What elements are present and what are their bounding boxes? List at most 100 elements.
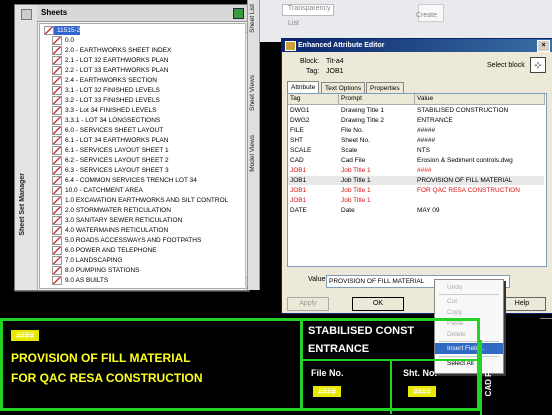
table-row[interactable]: DWG1 Drawing Title 1 STABILISED CONSTRUCTI… xyxy=(288,106,544,115)
close-icon[interactable] xyxy=(21,9,32,20)
sheet-set-root[interactable]: 11515-2 xyxy=(44,26,81,35)
tab-sheet-list[interactable]: Sheet List xyxy=(249,4,256,33)
sheet-list-item[interactable]: 1.0 EXCAVATION EARTHWORKS AND SILT CONTR… xyxy=(52,196,228,205)
file-no-placeholder[interactable]: #### xyxy=(313,386,341,397)
ok-button[interactable]: OK xyxy=(352,297,404,311)
table-row[interactable]: FILE File No. ##### xyxy=(288,126,544,135)
ssm-header-title: Sheets xyxy=(41,8,68,17)
table-row[interactable]: JOB1 Job Title 1 PROVISION OF FILL MATERIA… xyxy=(288,176,544,185)
sheet-list-item[interactable]: 9.0 AS BUILTS xyxy=(52,276,108,285)
job-title-line2[interactable]: FOR QAC RESA CONSTRUCTION xyxy=(11,371,203,385)
sheet-list-item[interactable]: 6.1 - LOT 34 EARTHWORKS PLAN xyxy=(52,136,168,145)
sheet-list-item[interactable]: 7.0 LANDSCAPING xyxy=(52,256,122,265)
table-row[interactable]: JOB1 Job Title 1 FOR QAC RESA CONSTRUCTION xyxy=(288,186,544,195)
tab-sheet-views[interactable]: Sheet Views xyxy=(249,75,256,111)
attribute-table[interactable]: Tag Prompt Value DWG1 Drawing Title 1 STAB… xyxy=(287,93,547,267)
sheet-list-item[interactable]: 6.0 - SERVICES SHEET LAYOUT xyxy=(52,126,163,135)
cell-value: PROVISION OF FILL MATERIAL xyxy=(417,177,513,184)
sheet-icon xyxy=(52,276,62,285)
select-block-label: Select block xyxy=(487,62,525,69)
job-title-line1[interactable]: PROVISION OF FILL MATERIAL xyxy=(11,351,191,365)
sheet-list-item[interactable]: 2.0 - EARTHWORKS SHEET INDEX xyxy=(52,46,171,55)
sheet-label: 3.2 - LOT 33 FINISHED LEVELS xyxy=(65,97,160,105)
sheet-list-item[interactable]: 6.2 - SERVICES LAYOUT SHEET 2 xyxy=(52,156,169,165)
drawing-title-line1[interactable]: STABILISED CONST xyxy=(308,325,414,337)
tag-value: JOB1 xyxy=(326,68,344,75)
table-row[interactable]: DATE Date MAY 09 xyxy=(288,206,544,215)
menu-item[interactable]: Copy xyxy=(435,307,503,318)
sheet-list-item[interactable]: 6.3 - SERVICES LAYOUT SHEET 3 xyxy=(52,166,169,175)
menu-separator xyxy=(439,294,499,295)
sheet-label: 5.0 ROADS ACCESSWAYS AND FOOTPATHS xyxy=(65,237,202,245)
sheet-icon xyxy=(52,126,62,135)
sheet-icon xyxy=(52,46,62,55)
sheet-list-item[interactable]: 6.0 POWER AND TELEPHONE xyxy=(52,246,157,255)
sheet-label: 6.1 - SERVICES LAYOUT SHEET 1 xyxy=(65,147,169,155)
sheet-list-item[interactable]: 5.0 ROADS ACCESSWAYS AND FOOTPATHS xyxy=(52,236,201,245)
refresh-icon[interactable] xyxy=(233,8,244,19)
table-row[interactable]: JOB1 Job Title 1 xyxy=(288,196,544,205)
dialog-title-bar[interactable]: Enhanced Attribute Editor × xyxy=(282,39,552,52)
cell-tag: SCALE xyxy=(290,147,312,154)
cell-prompt: Cad File xyxy=(341,157,366,164)
sheet-list-item[interactable]: 2.0 STORMWATER RETICULATION xyxy=(52,206,171,215)
sheet-list-item[interactable]: 8.0 PUMPING STATIONS xyxy=(52,266,140,275)
sheet-label: 7.0 LANDSCAPING xyxy=(65,257,123,265)
sheet-list-item[interactable]: 3.1 - LOT 32 FINISHED LEVELS xyxy=(52,86,160,95)
sheet-list-item[interactable]: 2.2 - LOT 33 EARTHWORKS PLAN xyxy=(52,66,168,75)
sheet-list-item[interactable]: 3.2 - LOT 33 FINISHED LEVELS xyxy=(52,96,160,105)
cell-value: ENTRANCE xyxy=(417,117,453,124)
close-button[interactable]: × xyxy=(537,40,550,52)
table-row[interactable]: CAD Cad File Erosion & Sediment controls.d… xyxy=(288,156,544,165)
select-block-icon[interactable]: ⊹ xyxy=(530,57,546,73)
table-row[interactable]: JOB1 Job Title 1 #### xyxy=(288,166,544,175)
list-label[interactable]: List xyxy=(288,20,299,27)
sheet-list-item[interactable]: 3.3 - Lot 34 FINISHED LEVELS xyxy=(52,106,156,115)
table-row[interactable]: SCALE Scale NTS xyxy=(288,146,544,155)
sheet-icon xyxy=(52,206,62,215)
sheet-list-item[interactable]: 4.0 WATERMAINS RETICULATION xyxy=(52,226,168,235)
sheet-label: 6.0 - SERVICES SHEET LAYOUT xyxy=(65,127,164,135)
menu-item[interactable]: Undo xyxy=(435,282,503,293)
cell-value: STABILISED CONSTRUCTION xyxy=(417,107,509,114)
sheet-label: 3.0 SANITARY SEWER RETICULATION xyxy=(65,217,183,225)
job-tag-placeholder[interactable]: #### xyxy=(11,330,39,341)
sheet-label: 3.1 - LOT 32 FINISHED LEVELS xyxy=(65,87,160,95)
sheet-icon xyxy=(52,156,62,165)
create-label[interactable]: Create xyxy=(416,12,437,19)
cell-tag: JOB1 xyxy=(290,187,307,194)
drawing-title-line2[interactable]: ENTRANCE xyxy=(308,343,369,355)
column-header-prompt[interactable]: Prompt xyxy=(339,94,415,105)
apply-button[interactable]: Apply xyxy=(287,297,329,311)
help-button[interactable]: Help xyxy=(498,297,546,311)
sheet-list-item[interactable]: 3.0 SANITARY SEWER RETICULATION xyxy=(52,216,182,225)
column-header-value[interactable]: Value xyxy=(415,94,545,105)
cell-tag: SHT xyxy=(290,137,303,144)
sht-no-placeholder[interactable]: #### xyxy=(408,386,436,397)
tab-model-views[interactable]: Model Views xyxy=(249,135,256,172)
cell-prompt: Job Title 1 xyxy=(341,187,371,194)
sheet-list-item[interactable]: 0.0 xyxy=(52,36,74,45)
sheet-list-item[interactable]: 3.3.1 - LOT 34 LONGSECTIONS xyxy=(52,116,160,125)
table-row[interactable]: DWG2 Drawing Title 2 ENTRANCE xyxy=(288,116,544,125)
sheet-list-item[interactable]: 10.0 - CATCHMENT AREA xyxy=(52,186,143,195)
cell-tag: DATE xyxy=(290,207,307,214)
cell-tag: JOB1 xyxy=(290,167,307,174)
sheet-icon xyxy=(52,146,62,155)
file-no-label: File No. xyxy=(311,368,344,378)
cell-prompt: Scale xyxy=(341,147,358,154)
cell-prompt: Drawing Title 1 xyxy=(341,107,384,114)
sheet-label: 11515-2 xyxy=(57,27,81,35)
column-header-tag[interactable]: Tag xyxy=(288,94,339,105)
sheet-list-item[interactable]: 6.4 - COMMON SERVICES TRENCH LOT 34 xyxy=(52,176,197,185)
sheet-list-item[interactable]: 6.1 - SERVICES LAYOUT SHEET 1 xyxy=(52,146,169,155)
menu-item[interactable]: Cut xyxy=(435,296,503,307)
sheet-icon xyxy=(52,266,62,275)
table-row[interactable]: SHT Sheet No. ##### xyxy=(288,136,544,145)
cell-value: Erosion & Sediment controls.dwg xyxy=(417,157,513,164)
sheet-list-item[interactable]: 2.1 - LOT 32 EARTHWORKS PLAN xyxy=(52,56,168,65)
sheet-list[interactable]: 11515-2 0.0 2.0 - EARTHWORKS SHEET INDEX 2.… xyxy=(39,23,247,289)
cell-value: ##### xyxy=(417,137,436,144)
sheet-label: 6.1 - LOT 34 EARTHWORKS PLAN xyxy=(65,137,169,145)
sheet-list-item[interactable]: 2.4 - EARTHWORKS SECTION xyxy=(52,76,157,85)
